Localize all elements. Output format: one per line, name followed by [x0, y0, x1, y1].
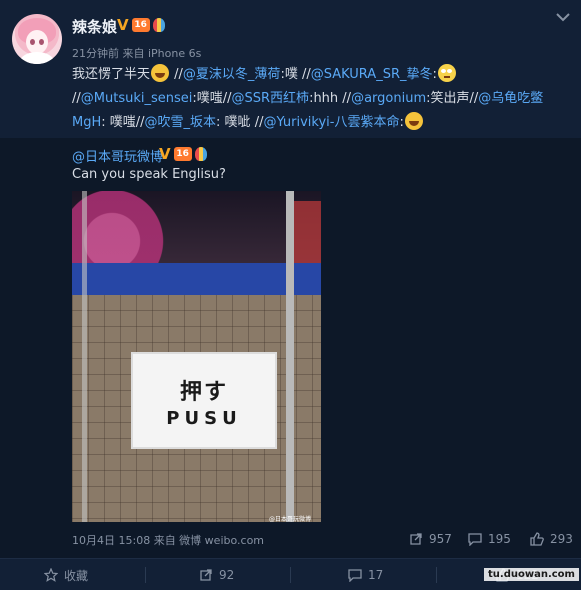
comment-icon: [348, 569, 362, 582]
eye-roll-emoji-icon: [437, 64, 456, 82]
balloon-icon: [194, 147, 207, 161]
chevron-down-icon[interactable]: [556, 12, 570, 22]
comment-button[interactable]: 17: [348, 566, 383, 584]
repost-icon: [410, 533, 422, 545]
mention-link[interactable]: @Mutsuki_sensei: [81, 91, 193, 106]
verified-v-icon: V: [159, 145, 171, 163]
laugh-emoji-icon: [151, 64, 170, 82]
comment-icon: [468, 533, 482, 546]
star-icon: [44, 568, 58, 582]
mention-link[interactable]: @SSR西红柿: [232, 91, 310, 106]
repost-button[interactable]: 92: [199, 566, 234, 584]
site-watermark: tu.duowan.com: [484, 568, 579, 581]
repost-user-badges: V 16: [159, 145, 207, 163]
sign-english-text: PUSU: [166, 408, 242, 429]
mention-link[interactable]: @SAKURA_SR_挚冬: [311, 67, 433, 82]
photo-watermark: @日本哥玩微博: [269, 516, 312, 522]
username[interactable]: 辣条娘: [72, 16, 117, 37]
laugh-emoji-icon: [404, 112, 423, 130]
verified-v-icon: V: [117, 16, 129, 34]
post-content: 我还愣了半天 //@夏沫以冬_薄荷:噗 //@SAKURA_SR_挚冬: //@…: [72, 63, 567, 135]
repost-count-button[interactable]: 957: [409, 530, 452, 548]
repost-text: Can you speak Englisu?: [72, 167, 226, 182]
mention-link[interactable]: @夏沫以冬_薄荷: [183, 67, 281, 82]
mention-link[interactable]: @Yurivikyi-八雲紫本命: [263, 115, 399, 130]
push-sign: 押す PUSU: [131, 352, 277, 449]
comment-count-button[interactable]: 195: [468, 530, 511, 548]
like-icon: [530, 532, 544, 546]
repost-icon: [200, 569, 212, 581]
post-meta: 21分钟前 来自 iPhone 6s: [72, 47, 202, 60]
original-post: 辣条娘 V 16 21分钟前 来自 iPhone 6s 我还愣了半天 //@夏沫…: [0, 0, 581, 138]
level-badge-icon: 16: [173, 147, 192, 161]
avatar[interactable]: [12, 14, 62, 64]
repost-meta: 10月4日 15:08 来自 微博 weibo.com: [72, 534, 265, 547]
balloon-icon: [152, 18, 165, 32]
sign-japanese-text: 押す: [179, 380, 228, 405]
favorite-button[interactable]: 收藏: [44, 566, 88, 584]
repost-photo[interactable]: 押す PUSU @日本哥玩微博: [72, 191, 321, 522]
user-badges: V 16: [117, 16, 165, 34]
repost-username[interactable]: @日本哥玩微博: [72, 146, 163, 165]
mention-link[interactable]: @argonium: [351, 91, 426, 106]
level-badge-icon: 16: [131, 18, 150, 32]
like-count-button[interactable]: 293: [530, 530, 573, 548]
mention-link[interactable]: @吹雪_坂本: [145, 115, 217, 130]
